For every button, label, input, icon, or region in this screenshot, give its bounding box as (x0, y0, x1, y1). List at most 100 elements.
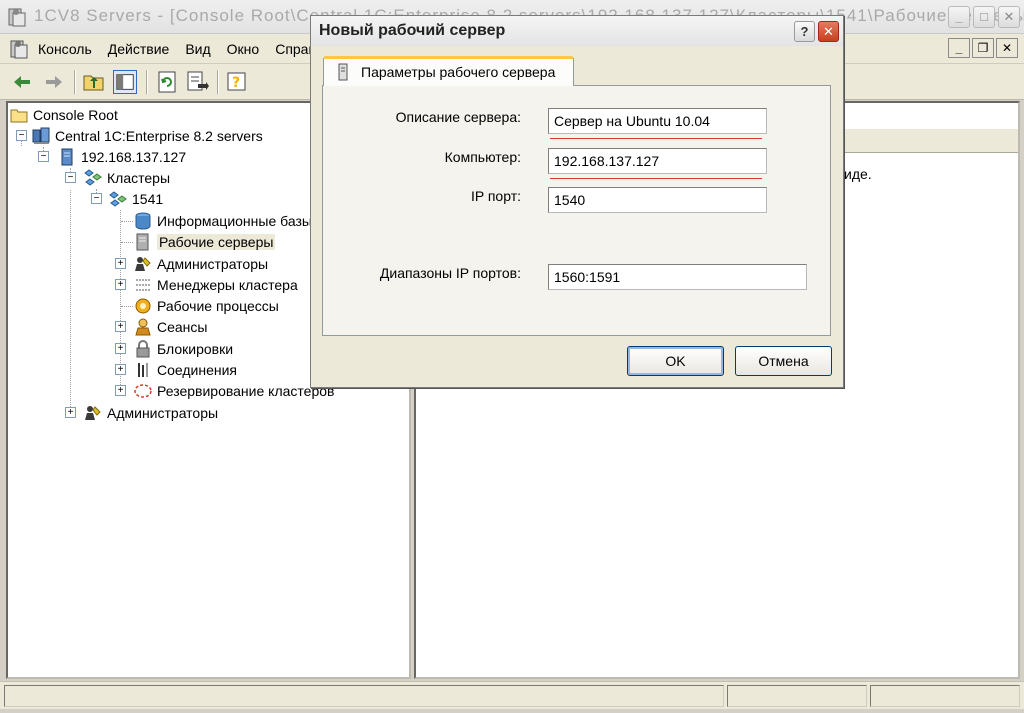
window-caption-buttons: _ □ ✕ (948, 6, 1020, 28)
server-icon (61, 148, 73, 165)
computer-field[interactable] (548, 148, 767, 174)
tree-item-server-admins[interactable]: Администраторы (84, 402, 218, 423)
close-icon[interactable]: ✕ (818, 21, 839, 42)
tree-label: 192.168.137.127 (81, 148, 187, 165)
tree-connector (121, 242, 133, 243)
help-icon[interactable]: ? (794, 21, 815, 42)
mdi-minimize-icon[interactable]: _ (948, 38, 970, 58)
tree-label: Резервирование кластеров (157, 382, 335, 399)
tree-item-cluster-admins[interactable]: Администраторы (134, 253, 268, 274)
tree-label: Информационные базы (157, 212, 312, 229)
folder-icon (10, 109, 28, 122)
tree-item-sessions[interactable]: Сеансы (134, 316, 207, 337)
status-cell (870, 685, 1020, 707)
mdi-close-icon[interactable]: ✕ (996, 38, 1018, 58)
menu-action[interactable]: Действие (108, 41, 179, 57)
tree-label: Блокировки (157, 340, 234, 357)
mdi-restore-icon[interactable]: ❐ (972, 38, 994, 58)
tab-panel: Описание сервера: Компьютер: IP порт: Ди… (322, 85, 831, 336)
cluster-managers-icon (136, 279, 150, 290)
maximize-icon[interactable]: □ (973, 6, 995, 28)
minimize-icon[interactable]: _ (948, 6, 970, 28)
status-bar (0, 681, 1024, 709)
menu-view[interactable]: Вид (185, 41, 219, 57)
collapse-icon[interactable]: − (91, 193, 102, 204)
tree-label: Console Root (33, 106, 118, 123)
show-hide-tree-icon[interactable] (113, 70, 137, 94)
cluster-icon (109, 190, 127, 207)
admins-icon (135, 256, 151, 271)
up-folder-icon[interactable] (82, 70, 106, 94)
collapse-icon[interactable]: − (16, 130, 27, 141)
expand-icon[interactable]: + (115, 279, 126, 290)
processes-icon (135, 298, 151, 313)
tree-item-infobases[interactable]: Информационные базы (134, 210, 312, 231)
list-column-header[interactable] (842, 129, 1018, 153)
underline-mark (550, 138, 762, 139)
tree-item-working-servers[interactable]: Рабочие серверы (134, 231, 276, 252)
tree-item-central-servers[interactable]: Central 1C:Enterprise 8.2 servers (32, 125, 263, 146)
underline-mark (550, 178, 762, 179)
tree-item-clusters[interactable]: Кластеры (84, 167, 170, 188)
mdi-buttons: _ ❐ ✕ (948, 38, 1018, 58)
help-icon[interactable]: ? (226, 70, 250, 94)
database-icon (135, 212, 151, 229)
port-ranges-label: Диапазоны IP портов: (379, 265, 521, 281)
dialog-titlebar: Новый рабочий сервер ? ✕ (311, 16, 843, 46)
server-farm-icon (32, 127, 50, 144)
lock-icon (136, 339, 150, 357)
tree-item-console-root[interactable]: Console Root (10, 104, 118, 125)
tree-label: Администраторы (157, 255, 269, 272)
collapse-icon[interactable]: − (38, 151, 49, 162)
expand-icon[interactable]: + (65, 407, 76, 418)
tree-item-locks[interactable]: Блокировки (134, 338, 233, 359)
svg-text:?: ? (232, 75, 240, 91)
tree-item-cluster-reservation[interactable]: Резервирование кластеров (134, 380, 334, 401)
collapse-icon[interactable]: − (65, 172, 76, 183)
app-icon (8, 8, 26, 27)
tree-label: 1541 (132, 190, 164, 207)
tree-label: Менеджеры кластера (157, 276, 298, 293)
expand-icon[interactable]: + (115, 364, 126, 375)
port-ranges-field[interactable] (548, 264, 807, 290)
tree-item-server[interactable]: 192.168.137.127 (58, 146, 186, 167)
tree-label: Central 1C:Enterprise 8.2 servers (55, 127, 263, 144)
reservation-icon (134, 383, 152, 398)
close-window-icon[interactable]: ✕ (998, 6, 1020, 28)
back-icon[interactable] (10, 70, 34, 94)
tree-item-cluster-1541[interactable]: 1541 (109, 188, 163, 209)
tree-label: Сеансы (157, 318, 208, 335)
export-list-icon[interactable] (185, 70, 209, 94)
computer-label: Компьютер: (444, 149, 521, 165)
tree-connector (70, 190, 71, 413)
console-icon[interactable] (10, 39, 28, 59)
description-field[interactable] (548, 108, 767, 134)
toolbar-separator (74, 70, 76, 94)
expand-icon[interactable]: + (115, 258, 126, 269)
description-label: Описание сервера: (395, 109, 521, 125)
expand-icon[interactable]: + (115, 321, 126, 332)
toolbar-separator (217, 70, 219, 94)
tree-connector (121, 221, 133, 222)
working-server-icon (136, 233, 149, 250)
tree-label: Рабочие процессы (157, 297, 279, 314)
sessions-icon (135, 318, 151, 335)
menu-console[interactable]: Консоль (38, 41, 101, 57)
server-icon (338, 63, 348, 81)
status-cell (727, 685, 867, 707)
tab-server-params[interactable]: Параметры рабочего сервера (323, 56, 574, 86)
forward-icon[interactable] (42, 70, 66, 94)
dialog-title: Новый рабочий сервер (319, 22, 506, 39)
expand-icon[interactable]: + (115, 343, 126, 354)
menu-window[interactable]: Окно (227, 41, 269, 57)
ok-button[interactable]: OK (627, 346, 724, 376)
expand-icon[interactable]: + (115, 385, 126, 396)
tree-item-working-processes[interactable]: Рабочие процессы (134, 295, 279, 316)
tree-item-cluster-managers[interactable]: Менеджеры кластера (134, 274, 298, 295)
ip-port-field[interactable] (548, 187, 767, 213)
refresh-icon[interactable] (155, 70, 179, 94)
cancel-button[interactable]: Отмена (735, 346, 832, 376)
tree-item-connections[interactable]: Соединения (134, 359, 237, 380)
clusters-icon (84, 168, 102, 186)
tree-label: Администраторы (107, 404, 219, 421)
